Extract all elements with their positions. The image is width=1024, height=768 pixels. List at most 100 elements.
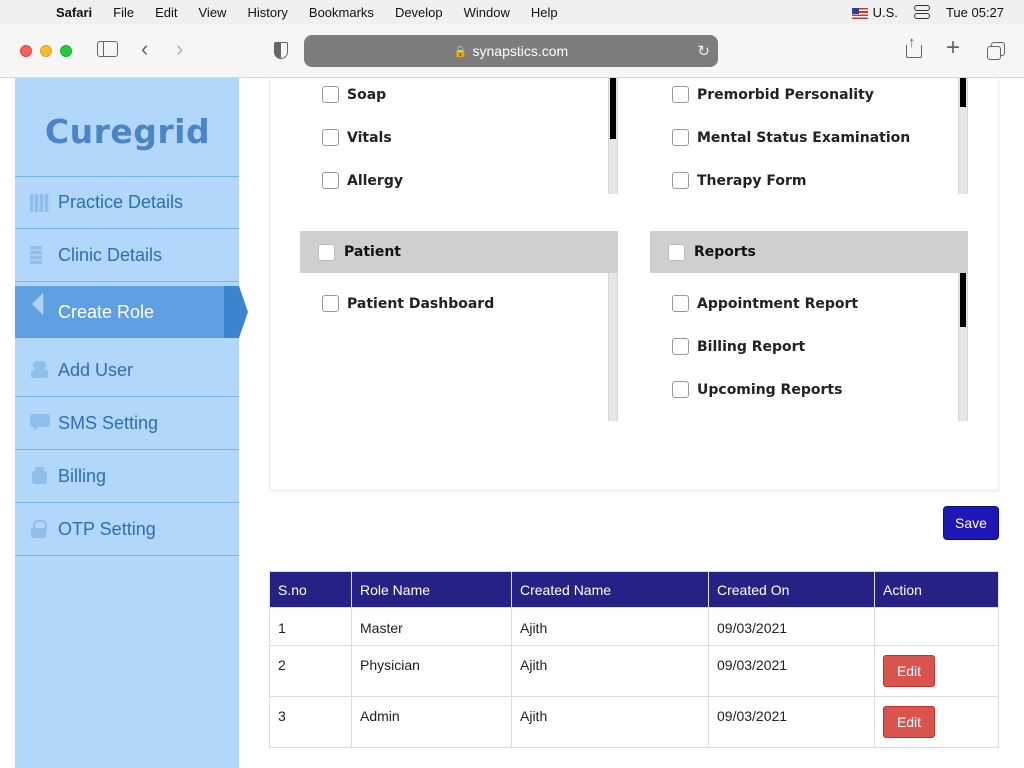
column-header-created-name[interactable]: Created Name: [511, 571, 709, 608]
address-bar[interactable]: 🔒 synapstics.com ↻: [304, 35, 718, 67]
active-indicator: [224, 286, 239, 338]
checkbox[interactable]: [322, 86, 339, 103]
window-minimize-button[interactable]: [40, 45, 52, 57]
permission-item-allergy[interactable]: Allergy: [322, 172, 403, 189]
share-icon[interactable]: [905, 33, 922, 58]
menu-edit[interactable]: Edit: [155, 5, 177, 20]
new-tab-icon[interactable]: +: [946, 36, 960, 60]
scrollbar-thumb[interactable]: [960, 273, 966, 327]
sidebar-item-sms-setting[interactable]: SMS Setting: [15, 397, 239, 450]
permission-item-mental-status-examination[interactable]: Mental Status Examination: [672, 129, 910, 146]
permission-item-soap[interactable]: Soap: [322, 86, 386, 103]
permission-item-premorbid-personality[interactable]: Premorbid Personality: [672, 86, 874, 103]
clinic-icon: [30, 246, 42, 264]
column-header-action: Action: [874, 571, 999, 608]
scrollbar[interactable]: [958, 273, 968, 421]
table-row: 2 Physician Ajith 09/03/2021 Edit: [269, 645, 999, 697]
window-zoom-button[interactable]: [60, 45, 72, 57]
scrollbar[interactable]: [958, 78, 968, 194]
window-close-button[interactable]: [20, 45, 32, 57]
checkbox[interactable]: [322, 295, 339, 312]
reload-icon[interactable]: ↻: [697, 42, 710, 60]
permissions-card: Soap Vitals Allergy Premorbid Personalit…: [269, 78, 999, 491]
sidebar-toggle-icon[interactable]: [97, 41, 118, 57]
save-button[interactable]: Save: [943, 506, 999, 540]
permission-item-billing-report[interactable]: Billing Report: [672, 338, 805, 355]
menu-view[interactable]: View: [199, 5, 227, 20]
permission-group-patient: Patient Patient Dashboard: [300, 231, 618, 421]
menu-develop[interactable]: Develop: [395, 5, 443, 20]
menubar-clock[interactable]: Tue 05:27: [946, 5, 1004, 20]
permission-label: Appointment Report: [697, 295, 859, 312]
cell-sno: 2: [269, 645, 352, 697]
sidebar-item-practice-details[interactable]: Practice Details: [15, 176, 239, 229]
checkbox[interactable]: [672, 172, 689, 189]
column-header-role-name[interactable]: Role Name: [351, 571, 512, 608]
us-flag-icon: [851, 7, 868, 19]
permission-label: Premorbid Personality: [697, 86, 874, 103]
permission-label: Therapy Form: [697, 172, 807, 189]
forward-icon[interactable]: ›: [176, 38, 183, 60]
menu-app-safari[interactable]: Safari: [56, 5, 92, 20]
cell-created-on: 09/03/2021: [708, 607, 875, 646]
checkbox[interactable]: [672, 338, 689, 355]
group-header-patient[interactable]: Patient: [300, 231, 618, 273]
column-header-created-on[interactable]: Created On: [708, 571, 875, 608]
control-center-icon[interactable]: [913, 5, 930, 19]
checkbox[interactable]: [322, 129, 339, 146]
user-icon: [30, 361, 50, 379]
permission-item-therapy-form[interactable]: Therapy Form: [672, 172, 807, 189]
edit-button[interactable]: Edit: [883, 655, 935, 687]
scrollbar-thumb[interactable]: [610, 78, 616, 139]
permission-item-vitals[interactable]: Vitals: [322, 129, 392, 146]
sidebar-item-clinic-details[interactable]: Clinic Details: [15, 229, 239, 282]
menu-history[interactable]: History: [247, 5, 287, 20]
tab-overview-icon[interactable]: [987, 42, 1005, 60]
cell-created-on: 09/03/2021: [708, 696, 875, 748]
sidebar-item-label: Add User: [58, 359, 134, 380]
column-header-sno[interactable]: S.no: [269, 571, 352, 608]
brand-logo: Curegrid: [44, 112, 211, 151]
checkbox[interactable]: [672, 86, 689, 103]
checkbox-select-all[interactable]: [668, 243, 685, 261]
sidebar-item-otp-setting[interactable]: OTP Setting: [15, 503, 239, 556]
permission-item-appointment-report[interactable]: Appointment Report: [672, 295, 858, 312]
sidebar-item-label: SMS Setting: [58, 412, 159, 433]
logo-container: Curegrid: [40, 97, 215, 166]
checkbox[interactable]: [672, 381, 689, 398]
billing-icon: [30, 467, 50, 485]
menu-window[interactable]: Window: [464, 5, 510, 20]
input-source[interactable]: U.S.: [851, 5, 898, 20]
group-title: Reports: [694, 244, 756, 260]
checkbox[interactable]: [322, 172, 339, 189]
edit-button[interactable]: Edit: [883, 706, 935, 738]
group-header-reports[interactable]: Reports: [650, 231, 968, 273]
sidebar-item-billing[interactable]: Billing: [15, 450, 239, 503]
page-viewport: Curegrid Practice Details Clinic Details…: [0, 78, 1024, 768]
menu-file[interactable]: File: [113, 5, 134, 20]
cell-role-name: Admin: [351, 696, 512, 748]
scrollbar[interactable]: [608, 273, 618, 421]
checkbox-select-all[interactable]: [318, 243, 335, 261]
sidebar-nav: Practice Details Clinic Details Create R…: [15, 176, 248, 556]
sidebar-item-label: OTP Setting: [58, 518, 156, 539]
permission-group-reports: Reports Appointment Report Billing Repor…: [650, 231, 968, 421]
sidebar-item-add-user[interactable]: Add User: [15, 344, 239, 397]
group-body: Patient Dashboard: [300, 273, 618, 421]
cell-action: Edit: [874, 696, 999, 748]
sidebar-item-create-role[interactable]: Create Role: [15, 286, 248, 338]
permission-group-psychology: Premorbid Personality Mental Status Exam…: [650, 78, 968, 194]
checkbox[interactable]: [672, 129, 689, 146]
sidebar-item-label: Create Role: [58, 301, 155, 322]
scrollbar-thumb[interactable]: [960, 78, 966, 107]
scrollbar[interactable]: [608, 78, 618, 194]
back-icon[interactable]: ‹: [141, 38, 148, 60]
send-icon: [30, 303, 50, 321]
menu-help[interactable]: Help: [531, 5, 558, 20]
permission-item-patient-dashboard[interactable]: Patient Dashboard: [322, 295, 494, 312]
cell-action: [874, 607, 999, 646]
checkbox[interactable]: [672, 295, 689, 312]
privacy-shield-icon[interactable]: [274, 42, 288, 59]
permission-item-upcoming-reports[interactable]: Upcoming Reports: [672, 381, 842, 398]
menu-bookmarks[interactable]: Bookmarks: [309, 5, 374, 20]
